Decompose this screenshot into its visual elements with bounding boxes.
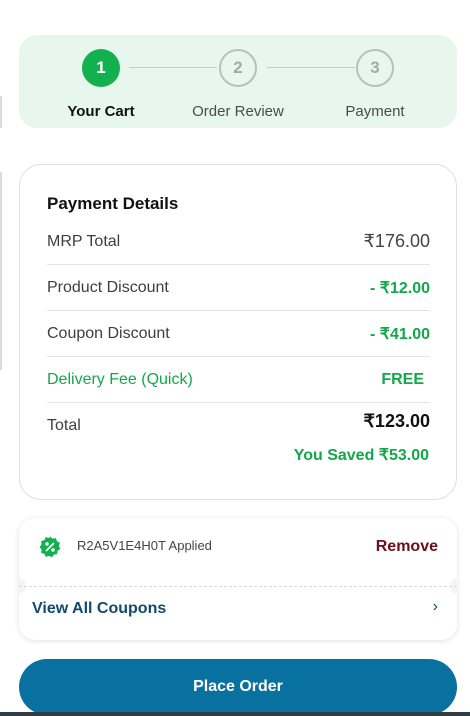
view-all-coupons-link[interactable]: View All Coupons ›	[19, 588, 457, 640]
product-discount-row: Product Discount - ₹12.00	[47, 265, 430, 311]
step-payment[interactable]: 3 Payment	[315, 49, 435, 120]
step-label: Order Review	[192, 103, 284, 120]
total-value: ₹123.00	[363, 411, 430, 431]
step-label: Your Cart	[67, 103, 135, 120]
bottom-bar-edge	[0, 712, 470, 716]
product-discount-value: - ₹12.00	[370, 279, 430, 297]
place-order-button[interactable]: Place Order	[19, 659, 457, 715]
mrp-total-label: MRP Total	[47, 232, 121, 250]
mrp-total-value: ₹176.00	[363, 231, 430, 251]
discount-badge-icon	[39, 536, 61, 558]
product-discount-label: Product Discount	[47, 278, 169, 296]
coupon-discount-value: - ₹41.00	[370, 325, 430, 343]
payment-details-card: Payment Details MRP Total ₹176.00 Produc…	[19, 164, 457, 500]
step-number: 2	[219, 49, 257, 87]
payment-details-title: Payment Details	[47, 194, 179, 213]
coupon-divider	[19, 586, 457, 587]
coupon-discount-label: Coupon Discount	[47, 324, 170, 342]
step-your-cart[interactable]: 1 Your Cart	[41, 49, 161, 120]
coupon-card: R2A5V1E4H0T Applied Remove View All Coup…	[18, 518, 458, 640]
step-number: 1	[82, 49, 120, 87]
delivery-fee-value: FREE	[381, 370, 424, 388]
step-number: 3	[356, 49, 394, 87]
checkout-page: 1 Your Cart 2 Order Review 3 Payment Pay…	[0, 0, 470, 716]
delivery-fee-label: Delivery Fee (Quick)	[47, 370, 193, 388]
checkout-stepper: 1 Your Cart 2 Order Review 3 Payment	[19, 35, 457, 128]
delivery-fee-row: Delivery Fee (Quick) FREE	[47, 357, 430, 403]
applied-coupon-row: R2A5V1E4H0T Applied Remove	[19, 518, 457, 586]
place-order-label: Place Order	[193, 678, 283, 695]
total-label: Total	[47, 417, 81, 434]
left-edge-line	[0, 172, 2, 370]
remove-coupon-button[interactable]: Remove	[376, 538, 438, 556]
left-edge-line	[0, 96, 2, 128]
coupon-discount-row: Coupon Discount - ₹41.00	[47, 311, 430, 357]
step-label: Payment	[345, 103, 405, 120]
view-all-coupons-label: View All Coupons	[32, 600, 167, 617]
step-order-review[interactable]: 2 Order Review	[178, 49, 298, 120]
total-row: Total ₹123.00	[47, 411, 430, 435]
mrp-total-row: MRP Total ₹176.00	[47, 219, 430, 265]
savings-text: You Saved ₹53.00	[293, 447, 429, 464]
applied-coupon-code: R2A5V1E4H0T Applied	[77, 538, 212, 553]
chevron-right-icon: ›	[432, 598, 438, 615]
